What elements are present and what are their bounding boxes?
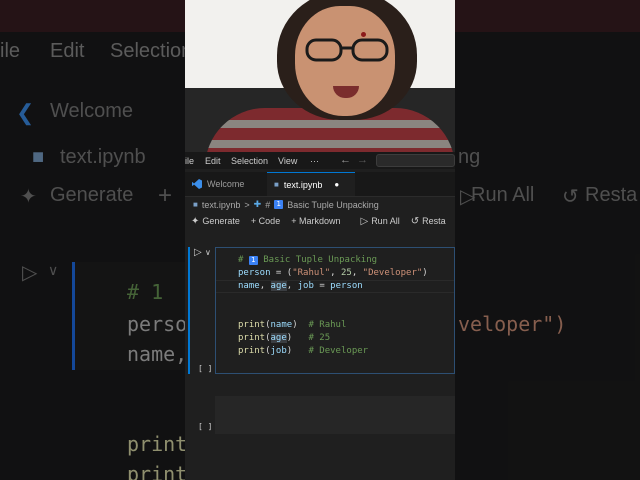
notebook-toolbar: ✦ Generate + Code + Markdown ▷ Run All ↺…: [185, 213, 455, 229]
restart-label: Resta: [422, 216, 446, 226]
code-token: # Rahul: [308, 320, 347, 330]
code-token: job: [297, 281, 314, 291]
menu-file[interactable]: ile: [185, 156, 194, 166]
add-markdown-button[interactable]: + Markdown: [291, 216, 340, 226]
code-token-highlighted: age: [270, 333, 287, 343]
code-token: person: [330, 281, 363, 291]
code-token: job: [270, 346, 287, 356]
unsaved-dot-icon[interactable]: ●: [334, 180, 339, 189]
breadcrumb-hash: #: [265, 199, 271, 210]
breadcrumb-separator: >: [244, 199, 250, 210]
code-token: ): [422, 268, 428, 278]
code-token: ,: [330, 268, 341, 278]
tab-welcome[interactable]: Welcome: [185, 172, 267, 196]
code-token-selected: age: [270, 281, 287, 291]
breadcrumb-section[interactable]: Basic Tuple Unpacking: [287, 200, 379, 210]
code-token: name: [270, 320, 293, 330]
code-token: "Rahul": [292, 268, 331, 278]
command-center-search[interactable]: [376, 154, 455, 167]
title-bar: ile Edit Selection View ··· ← →: [185, 152, 455, 169]
generate-button[interactable]: ✦ Generate: [191, 216, 240, 227]
keycap-number-icon: 1: [274, 200, 284, 209]
restart-button[interactable]: ↺ Resta: [411, 216, 446, 227]
tab-text-ipynb-label: text.ipynb: [283, 179, 323, 190]
generate-label: Generate: [202, 216, 240, 226]
menu-edit[interactable]: Edit: [205, 156, 221, 166]
add-code-label: + Code: [250, 216, 281, 226]
code-token: 25: [340, 268, 352, 278]
code-token: print: [238, 333, 266, 343]
keycap-number-icon: 1: [248, 256, 258, 265]
code-token: ,: [286, 281, 298, 291]
active-cell-indicator: [188, 247, 190, 374]
editor-tabs: Welcome ■ text.ipynb ●: [185, 172, 455, 197]
notebook-file-icon: ■: [193, 200, 198, 209]
run-all-icon: ▷: [360, 215, 369, 227]
forward-arrow-icon[interactable]: →: [357, 154, 368, 166]
code-comment: #: [238, 255, 249, 265]
empty-code-cell[interactable]: [215, 396, 455, 434]
vscode-logo-icon: [192, 179, 202, 189]
vscode-window: ile Edit Selection View ··· ← → Welcome …: [185, 152, 455, 480]
breadcrumb-file[interactable]: text.ipynb: [202, 200, 241, 210]
code-token: ,: [259, 281, 271, 291]
menu-more[interactable]: ···: [310, 156, 319, 166]
code-token: "Developer": [362, 268, 423, 278]
code-token: ,: [351, 268, 363, 278]
restart-icon: ↺: [410, 215, 420, 227]
webcam-video: [185, 0, 455, 152]
run-all-button[interactable]: ▷ Run All: [360, 216, 399, 227]
back-arrow-icon[interactable]: ←: [340, 154, 351, 166]
execution-count: [ ]: [198, 422, 213, 431]
sparkle-icon: ✦: [191, 215, 200, 227]
code-token: = (: [270, 268, 293, 278]
add-markdown-label: + Markdown: [291, 216, 341, 226]
code-token: # 25: [308, 333, 331, 343]
breadcrumb: ■ text.ipynb > ✚ # 1 Basic Tuple Unpacki…: [185, 196, 455, 213]
glasses-icon: [305, 38, 389, 62]
code-token: person: [238, 268, 271, 278]
run-cell-icon[interactable]: ▷: [194, 247, 202, 258]
code-cell-content[interactable]: # 1 Basic Tuple Unpacking person = ("Rah…: [238, 254, 428, 358]
code-token: name: [238, 281, 260, 291]
code-token: print: [238, 346, 266, 356]
menu-view[interactable]: View: [278, 156, 297, 166]
menu-selection[interactable]: Selection: [231, 156, 268, 166]
notebook-file-icon: ■: [274, 180, 279, 189]
chevron-down-icon[interactable]: ∨: [205, 248, 211, 257]
code-token: print: [238, 320, 266, 330]
tab-text-ipynb[interactable]: ■ text.ipynb ●: [267, 172, 355, 196]
add-code-button[interactable]: + Code: [251, 216, 280, 226]
code-comment-title: Basic Tuple Unpacking: [257, 255, 378, 265]
run-all-label: Run All: [371, 216, 400, 226]
code-token: =: [313, 281, 331, 291]
code-token: # Developer: [308, 346, 369, 356]
tab-welcome-label: Welcome: [207, 179, 245, 189]
markdown-section-icon: ✚: [253, 199, 262, 209]
execution-count: [ ]: [198, 364, 213, 373]
